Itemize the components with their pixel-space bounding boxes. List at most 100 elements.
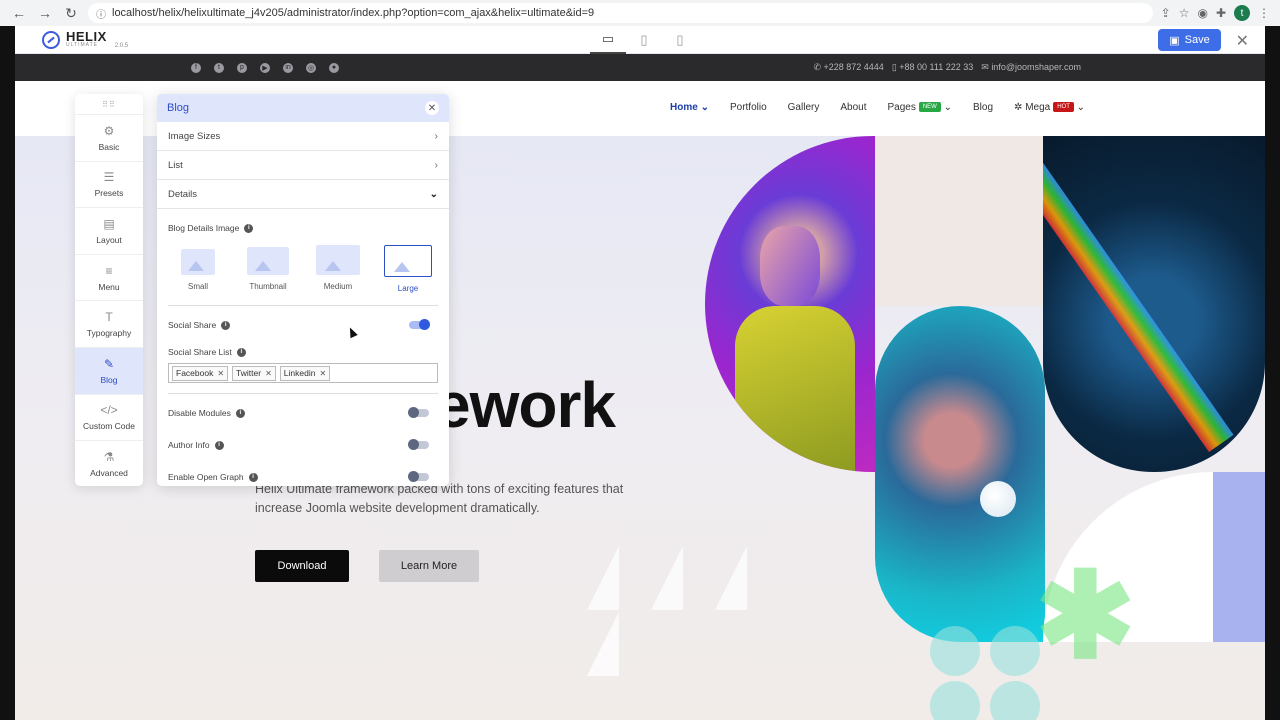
profile-avatar[interactable]: t: [1234, 5, 1250, 21]
info-icon[interactable]: i: [235, 408, 245, 418]
hero-photo-woman-neon: [1043, 136, 1265, 472]
puzzle-icon[interactable]: ✚: [1216, 6, 1226, 20]
phone1-text[interactable]: ✆ +228 872 4444: [813, 62, 883, 73]
logo-name: HELIX: [66, 29, 107, 44]
blog-details-image-section: Blog Details Image i Small Thumbnail Medi…: [157, 223, 449, 293]
remove-tag-icon[interactable]: ✕: [217, 369, 224, 378]
author-info-toggle[interactable]: [408, 439, 429, 450]
panel-close-icon[interactable]: ✕: [425, 101, 439, 115]
hero-triangle: [715, 546, 747, 610]
main-nav: Home ⌄ Portfolio Gallery About Pages NEW …: [670, 102, 1085, 113]
nav-portfolio[interactable]: Portfolio: [730, 102, 767, 113]
twitter-icon[interactable]: t: [214, 62, 224, 73]
asterisk-icon: ✱: [1035, 549, 1136, 683]
download-button[interactable]: Download: [255, 550, 349, 582]
accordion-details[interactable]: Details ⌄: [157, 180, 449, 209]
social-share-label: Social Share i: [168, 320, 231, 330]
sidebar-item-custom-code[interactable]: </> Custom Code: [75, 393, 143, 441]
info-icon[interactable]: ⓘ: [96, 6, 106, 21]
menu-icon: ≡: [105, 263, 113, 278]
sliders-icon: ☰: [103, 170, 115, 185]
sidebar-item-presets[interactable]: ☰ Presets: [75, 160, 143, 208]
accordion-list[interactable]: List ›: [157, 151, 449, 180]
sidebar-item-menu[interactable]: ≡ Menu: [75, 253, 143, 301]
sidebar-item-typography[interactable]: T Typography: [75, 300, 143, 347]
open-graph-toggle[interactable]: [408, 471, 429, 482]
linkedin-icon[interactable]: in: [283, 62, 293, 73]
email-text[interactable]: ✉ info@joomshaper.com: [981, 62, 1081, 73]
social-share-toggle[interactable]: [409, 319, 430, 330]
sidebar-item-advanced[interactable]: ⚗ Advanced: [75, 440, 143, 487]
hot-badge: HOT: [1053, 102, 1074, 113]
phone2-text[interactable]: ▯ +88 00 111 222 33: [892, 62, 973, 73]
image-option-small[interactable]: Small: [168, 245, 228, 293]
sidebar-item-layout[interactable]: ▤ Layout: [75, 207, 143, 254]
layout-icon: ▤: [103, 216, 115, 231]
chevron-down-icon: ⌄: [429, 188, 438, 200]
image-option-thumbnail[interactable]: Thumbnail: [238, 245, 298, 293]
sidebar-item-blog[interactable]: ✎ Blog: [75, 346, 143, 394]
hero-title: ework: [435, 369, 616, 441]
blog-settings-panel: Blog ✕ Image Sizes › List › Details ⌄ Blog …: [157, 94, 449, 486]
save-label: Save: [1184, 34, 1210, 46]
tablet-icon[interactable]: ▯: [626, 26, 662, 54]
info-icon[interactable]: i: [214, 440, 224, 450]
tag-linkedin: Linkedin ✕: [279, 365, 331, 381]
youtube-icon[interactable]: ▶: [260, 62, 270, 73]
hero-photo-woman-bubble: [875, 306, 1045, 642]
author-info-row: Author Info i: [157, 439, 449, 450]
facebook-icon[interactable]: f: [191, 62, 201, 73]
hero-deco-block: [875, 136, 1043, 306]
panel-header: Blog ✕: [157, 94, 449, 122]
menu-dots-icon[interactable]: ⋮: [1258, 6, 1270, 20]
image-option-large[interactable]: Large: [378, 245, 438, 293]
gear-icon: ⚙: [103, 123, 115, 138]
desktop-icon[interactable]: ▭: [590, 26, 626, 54]
nav-blog[interactable]: Blog: [973, 102, 993, 113]
chevron-right-icon: ›: [434, 159, 438, 171]
divider: [168, 305, 438, 306]
social-share-tags-input[interactable]: Facebook ✕ Twitter ✕ Linkedin ✕: [168, 363, 438, 383]
divider: [168, 393, 438, 394]
social-share-row: Social Share i: [157, 319, 449, 330]
device-switcher: ▭ ▯ ▯: [590, 26, 698, 54]
sidebar-item-basic[interactable]: ⚙ Basic: [75, 114, 143, 161]
new-badge: NEW: [918, 102, 941, 113]
share-icon[interactable]: ⇪: [1161, 6, 1171, 20]
helix-sidebar: ⠿⠿ ⚙ Basic ☰ Presets ▤ Layout ≡ Menu T Typogr…: [75, 94, 143, 486]
nav-home[interactable]: Home ⌄: [670, 102, 709, 113]
nav-about[interactable]: About: [840, 102, 866, 113]
drag-handle-icon[interactable]: ⠿⠿: [75, 94, 143, 114]
author-info-label: Author Info i: [168, 440, 224, 450]
remove-tag-icon[interactable]: ✕: [265, 369, 272, 378]
info-icon[interactable]: i: [248, 472, 258, 482]
disable-modules-toggle[interactable]: [408, 407, 429, 418]
bookmark-star-icon[interactable]: ☆: [1179, 6, 1190, 20]
info-icon[interactable]: i: [244, 223, 254, 233]
info-icon[interactable]: i: [221, 320, 231, 330]
hero-triangle: [587, 612, 619, 676]
flickr-icon[interactable]: ●: [329, 62, 339, 73]
save-button[interactable]: ▣ Save: [1158, 29, 1221, 51]
extension-icon[interactable]: ◉: [1197, 6, 1207, 20]
address-bar[interactable]: ⓘ localhost/helix/helixultimate_j4v205/a…: [88, 3, 1153, 23]
reload-icon[interactable]: ↻: [62, 4, 80, 22]
mobile-icon[interactable]: ▯: [662, 26, 698, 54]
remove-tag-icon[interactable]: ✕: [319, 369, 326, 378]
back-icon[interactable]: ←: [10, 4, 28, 22]
image-option-medium[interactable]: Medium: [308, 245, 368, 293]
social-links: f t p ▶ in ◎ ●: [191, 62, 339, 73]
pinterest-icon[interactable]: p: [237, 62, 247, 73]
helix-logo: HELIX ULTIMATE 2.0.5: [42, 29, 128, 49]
browser-toolbar: ← → ↻ ⓘ localhost/helix/helixultimate_j4…: [0, 0, 1280, 26]
learn-more-button[interactable]: Learn More: [379, 550, 479, 582]
instagram-icon[interactable]: ◎: [306, 62, 316, 73]
nav-gallery[interactable]: Gallery: [788, 102, 820, 113]
nav-pages[interactable]: Pages NEW ⌄: [887, 102, 952, 113]
forward-icon[interactable]: →: [36, 4, 54, 22]
info-icon[interactable]: i: [236, 347, 246, 357]
accordion-image-sizes[interactable]: Image Sizes ›: [157, 122, 449, 151]
nav-mega[interactable]: ✲ Mega HOT ⌄: [1014, 102, 1085, 113]
hero-dots: [930, 626, 1050, 720]
close-icon[interactable]: ✕: [1236, 31, 1249, 51]
